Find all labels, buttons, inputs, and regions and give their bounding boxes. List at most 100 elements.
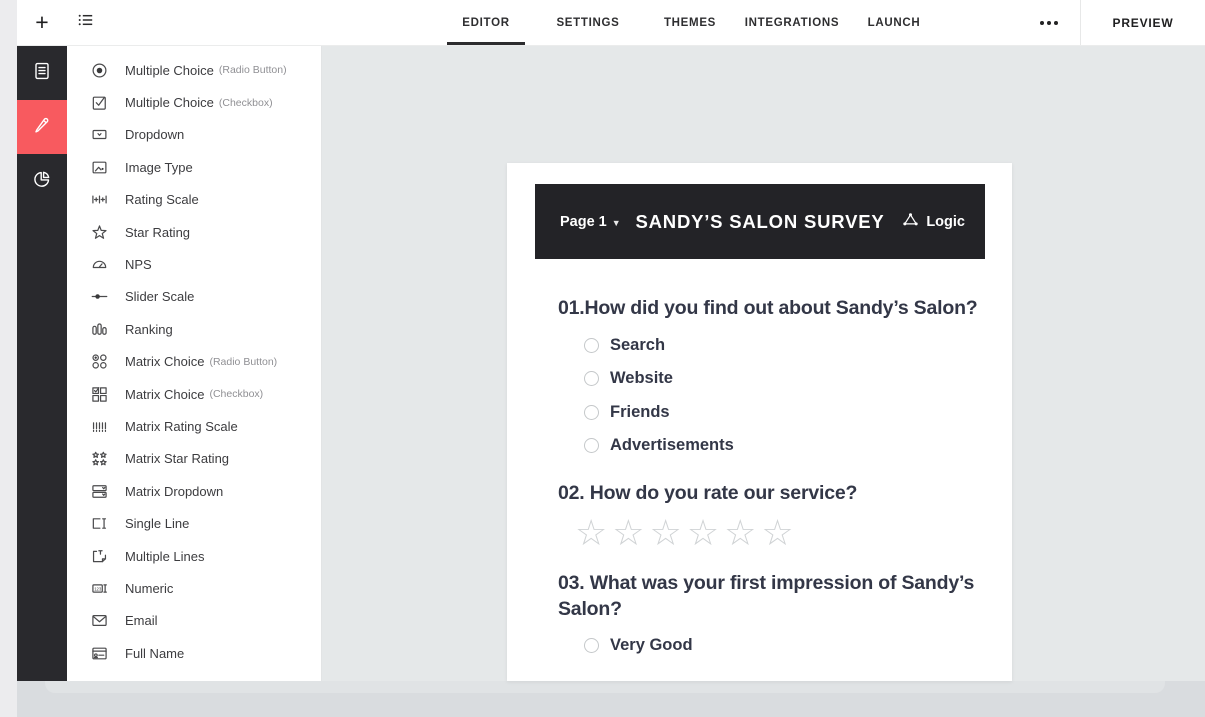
question-type-row[interactable]: Full Name	[67, 637, 321, 669]
topbar: + EDITOR SETTINGS THEMES INTEGRATIONS LA…	[17, 0, 1205, 46]
add-question-button[interactable]: +	[23, 0, 61, 45]
footer-card-edge	[45, 681, 1165, 693]
star-icon	[90, 223, 108, 241]
question-type-row[interactable]: Matrix Choice (Checkbox)	[67, 378, 321, 410]
question-type-label: Image Type	[125, 159, 193, 175]
radio-icon[interactable]	[584, 404, 599, 420]
question-type-row[interactable]: Ranking	[67, 313, 321, 345]
question-type-sublabel: (Radio Button)	[218, 64, 287, 77]
question-type-row[interactable]: 123 Numeric	[67, 572, 321, 604]
question-type-row[interactable]: Matrix Rating Scale	[67, 410, 321, 442]
question-type-row[interactable]: Star Rating	[67, 216, 321, 248]
tab[interactable]: SETTINGS	[537, 0, 639, 45]
question-type-palette: Multiple Choice (Radio Button) Multiple …	[67, 46, 322, 681]
question-type-label: Multiple Lines	[125, 548, 205, 564]
tab-label: EDITOR	[462, 16, 510, 29]
survey-body: 01.How did you find out about Sandy’s Sa…	[507, 259, 1012, 681]
survey-card: Page 1 ▼ SANDY’S SALON SURVEY Logic 01.H…	[507, 163, 1012, 681]
email-icon	[90, 612, 108, 630]
tab-label: SETTINGS	[556, 16, 620, 29]
question-type-sublabel: (Radio Button)	[209, 355, 278, 368]
question-type-row[interactable]: Image Type	[67, 151, 321, 183]
question-type-row[interactable]: Multiple Choice (Radio Button)	[67, 54, 321, 86]
tab[interactable]: EDITOR	[435, 0, 537, 45]
option-label: Website	[610, 369, 673, 388]
option-row[interactable]: Search	[584, 328, 982, 362]
question-type-label: Rating Scale	[125, 192, 199, 208]
question-type-label: Full Name	[125, 645, 185, 661]
tab[interactable]: THEMES	[639, 0, 741, 45]
dropdown-icon	[90, 126, 108, 144]
logic-button[interactable]: Logic	[902, 184, 965, 259]
question-type-label: Star Rating	[125, 224, 191, 240]
sidebar-item[interactable]	[17, 154, 67, 208]
matrix-dropdown-icon	[90, 482, 108, 500]
checkbox-icon	[90, 94, 108, 112]
question-type-row[interactable]: Multiple Choice (Checkbox)	[67, 86, 321, 118]
question-type-label: Ranking	[125, 321, 173, 337]
svg-text:123: 123	[94, 586, 102, 591]
question-type-label: NPS	[125, 257, 152, 273]
question-type-row[interactable]: Rating Scale	[67, 184, 321, 216]
logic-label: Logic	[926, 213, 965, 230]
sidebar-item[interactable]	[17, 100, 67, 154]
page-label: Page 1	[560, 213, 607, 230]
pencil-icon	[32, 115, 52, 140]
single-line-icon	[90, 515, 108, 533]
tab-label: THEMES	[663, 16, 717, 29]
question-type-row[interactable]: Matrix Star Rating	[67, 443, 321, 475]
multiple-lines-icon	[90, 547, 108, 565]
logic-icon	[902, 211, 919, 232]
more-menu-button[interactable]	[1031, 0, 1067, 45]
question-type-row[interactable]: Matrix Dropdown	[67, 475, 321, 507]
radio-icon[interactable]	[584, 438, 599, 454]
radio-icon	[90, 61, 108, 79]
sidebar-item[interactable]	[17, 46, 67, 100]
survey-header: Page 1 ▼ SANDY’S SALON SURVEY Logic	[535, 184, 985, 259]
question-type-label: Email	[125, 613, 158, 629]
question-block: 03. What was your first impression of Sa…	[558, 571, 982, 662]
question-type-label: Dropdown	[125, 127, 185, 143]
preview-button[interactable]: PREVIEW	[1080, 0, 1205, 45]
tab[interactable]: LAUNCH	[843, 0, 945, 45]
question-type-row[interactable]: Slider Scale	[67, 281, 321, 313]
matrix-radio-icon	[90, 353, 108, 371]
question-type-row[interactable]: Matrix Choice (Radio Button)	[67, 346, 321, 378]
question-type-row[interactable]: Email	[67, 605, 321, 637]
option-row[interactable]: Advertisements	[584, 429, 982, 463]
question-type-label: Matrix Choice	[125, 354, 205, 370]
star-rating-row[interactable]: ☆☆☆☆☆☆	[575, 512, 982, 553]
pie-chart-icon	[32, 169, 52, 194]
radio-icon[interactable]	[584, 371, 599, 387]
radio-icon[interactable]	[584, 337, 599, 353]
question-type-row[interactable]: Multiple Lines	[67, 540, 321, 572]
radio-icon[interactable]	[584, 638, 599, 654]
tab[interactable]: INTEGRATIONS	[741, 0, 843, 45]
question-list-icon	[77, 11, 95, 34]
preview-label: PREVIEW	[1112, 15, 1174, 30]
question-type-sublabel: (Checkbox)	[218, 96, 273, 109]
question-list-button[interactable]	[67, 0, 105, 45]
left-strip	[0, 0, 17, 717]
question-type-label: Multiple Choice	[125, 95, 214, 111]
page-selector[interactable]: Page 1 ▼	[560, 184, 621, 259]
numeric-icon: 123	[90, 579, 108, 597]
question-type-row[interactable]: Dropdown	[67, 119, 321, 151]
full-name-icon	[90, 644, 108, 662]
ranking-icon	[90, 320, 108, 338]
question-type-row[interactable]: Single Line	[67, 507, 321, 539]
question-type-label: Numeric	[125, 580, 174, 596]
option-row[interactable]: Website	[584, 362, 982, 396]
question-title: 03. What was your first impression of Sa…	[558, 572, 975, 620]
question-options: Very Good	[584, 629, 982, 663]
caret-down-icon: ▼	[611, 217, 621, 228]
tab-label: LAUNCH	[867, 16, 921, 29]
option-label: Advertisements	[610, 436, 734, 455]
slider-icon	[90, 288, 108, 306]
option-row[interactable]: Very Good	[584, 629, 982, 663]
nps-icon	[90, 256, 108, 274]
question-type-row[interactable]: NPS	[67, 248, 321, 280]
option-row[interactable]: Friends	[584, 396, 982, 430]
question-block: 02. How do you rate our service? ☆☆☆☆☆☆	[558, 481, 982, 554]
question-type-label: Slider Scale	[125, 289, 195, 305]
